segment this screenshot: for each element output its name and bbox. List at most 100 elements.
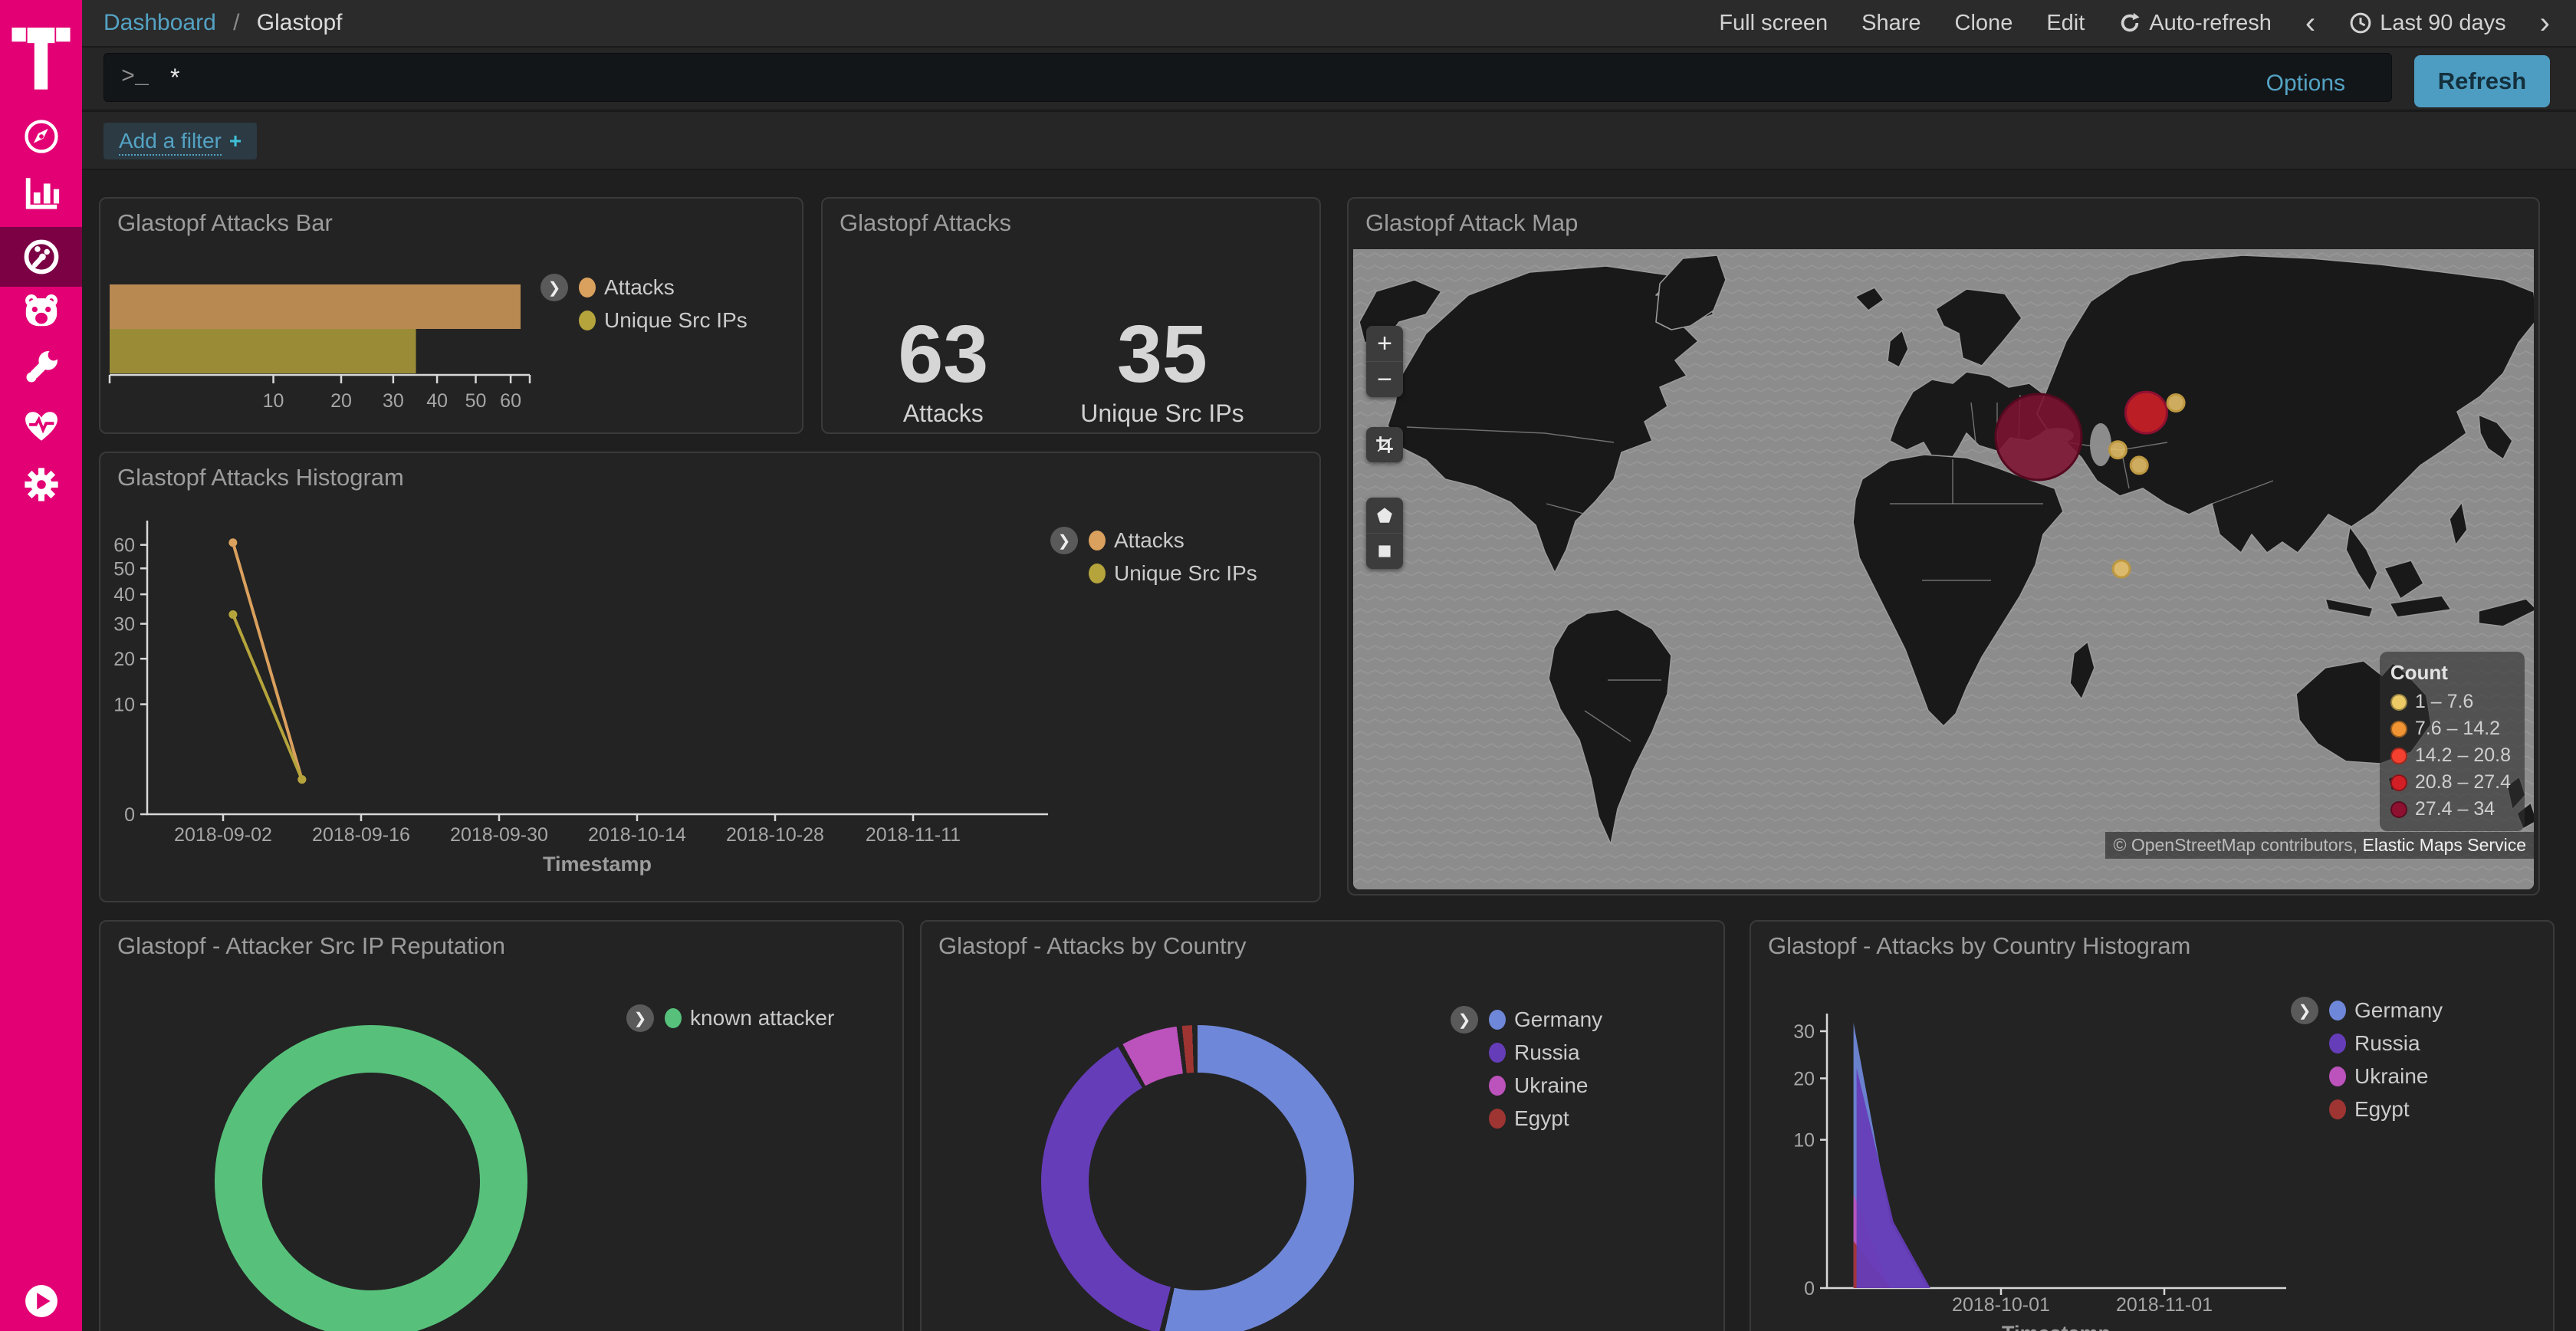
legend-item[interactable]: Unique Src IPs	[579, 308, 748, 333]
map-legend-dot	[2390, 721, 2407, 738]
full-screen-button[interactable]: Full screen	[1719, 11, 1828, 36]
legend-toggle-button[interactable]: ❯	[540, 274, 568, 301]
legend-color-dot	[665, 1008, 682, 1028]
panel-title: Glastopf - Attacker Src IP Reputation	[117, 932, 505, 960]
map-legend-label: 14.2 – 20.8	[2415, 744, 2511, 767]
sidebar-item-dev-tools[interactable]	[0, 337, 82, 397]
legend-color-dot	[2329, 1066, 2346, 1086]
query-value: *	[170, 64, 179, 92]
sidebar-item-dashboard[interactable]	[0, 227, 82, 287]
legend-item-label: Russia	[1514, 1040, 1580, 1065]
chart-legend: ❯ Attacks Unique Src IPs	[1050, 528, 1257, 586]
legend-toggle-button[interactable]: ❯	[2291, 997, 2318, 1024]
map-legend-row: 27.4 – 34	[2390, 798, 2511, 820]
breadcrumb-dashboard-link[interactable]: Dashboard	[104, 10, 216, 35]
sidebar-item-honeypot[interactable]	[0, 281, 82, 340]
world-map[interactable]: + −	[1353, 249, 2534, 889]
sidebar-item-management[interactable]	[0, 455, 82, 514]
map-legend-label: 20.8 – 27.4	[2415, 771, 2511, 794]
search-query-input[interactable]: >_ * Options Refresh	[104, 53, 2392, 102]
legend-toggle-button[interactable]: ❯	[1451, 1006, 1478, 1034]
draw-rectangle-button[interactable]	[1366, 533, 1403, 569]
add-filter-button[interactable]: Add a filter+	[104, 123, 257, 159]
fit-data-bounds-button[interactable]	[1366, 427, 1403, 462]
map-legend-row: 7.6 – 14.2	[2390, 718, 2511, 740]
legend-item[interactable]: Attacks	[1089, 528, 1257, 553]
legend-item[interactable]: Unique Src IPs	[1089, 561, 1257, 586]
reputation-donut-chart[interactable]	[215, 1025, 527, 1331]
svg-text:2018-10-28: 2018-10-28	[726, 824, 824, 846]
legend-item[interactable]: Egypt	[2329, 1097, 2443, 1122]
country-histogram-chart[interactable]: 01020302018-10-012018-11-01Timestamp	[1751, 922, 2553, 1331]
sidebar-item-discover[interactable]	[0, 107, 82, 166]
svg-text:Timestamp: Timestamp	[2002, 1322, 2111, 1331]
zoom-out-button[interactable]: −	[1366, 361, 1403, 397]
panel-attacks-histogram: Glastopf Attacks Histogram 0102030405060…	[99, 452, 1321, 902]
legend-item[interactable]: Attacks	[579, 275, 748, 300]
legend-item[interactable]: Russia	[1489, 1040, 1602, 1065]
legend-item[interactable]: Egypt	[1489, 1106, 1602, 1131]
map-count-legend: Count 1 – 7.67.6 – 14.214.2 – 20.820.8 –…	[2380, 652, 2525, 831]
draw-polygon-button[interactable]	[1366, 498, 1403, 533]
panel-attacks-metric: Glastopf Attacks 63 Attacks 35 Unique Sr…	[821, 197, 1321, 434]
legend-item-label: Attacks	[604, 275, 675, 300]
wrench-icon	[21, 347, 61, 387]
legend-toggle-button[interactable]: ❯	[1050, 527, 1078, 554]
legend-item[interactable]: Ukraine	[2329, 1064, 2443, 1089]
attack-location-circle	[2109, 442, 2126, 458]
panel-attacks-by-country: Glastopf - Attacks by Country ❯GermanyRu…	[920, 920, 1725, 1331]
breadcrumb-current: Glastopf	[257, 10, 343, 35]
attacks-histogram-chart[interactable]: 01020304050602018-09-022018-09-162018-09…	[100, 453, 1319, 901]
legend-toggle-button[interactable]: ❯	[626, 1004, 654, 1032]
legend-item[interactable]: Germany	[2329, 998, 2443, 1023]
svg-text:30: 30	[383, 390, 404, 412]
share-button[interactable]: Share	[1861, 11, 1921, 36]
refresh-button[interactable]: Refresh	[2414, 55, 2550, 107]
legend-item[interactable]: known attacker	[665, 1006, 834, 1030]
legend-item-label: Ukraine	[2354, 1064, 2428, 1089]
sidebar-item-visualize[interactable]	[0, 163, 82, 222]
svg-text:2018-09-02: 2018-09-02	[174, 824, 272, 846]
metric-unique-src-ips: 35 Unique Src IPs	[1080, 314, 1244, 428]
attack-location-circle	[2131, 457, 2147, 474]
sidebar	[0, 0, 82, 1331]
panel-title: Glastopf Attack Map	[1365, 209, 1578, 237]
legend-item[interactable]: Germany	[1489, 1007, 1602, 1032]
osm-attribution-link[interactable]: © OpenStreetMap contributors,	[2113, 835, 2358, 855]
refresh-cycle-icon	[2118, 12, 2141, 35]
svg-text:Timestamp: Timestamp	[543, 853, 652, 876]
legend-item-label: Germany	[2354, 998, 2443, 1023]
time-range-prev-button[interactable]: ‹	[2305, 6, 2315, 41]
legend-color-dot	[1489, 1109, 1506, 1129]
attack-location-circle	[2113, 560, 2130, 577]
svg-text:2018-10-01: 2018-10-01	[1952, 1294, 2050, 1316]
attack-location-circle	[2125, 392, 2167, 433]
clone-button[interactable]: Clone	[1955, 11, 2013, 36]
legend-color-dot	[1489, 1010, 1506, 1030]
svg-text:2018-09-30: 2018-09-30	[450, 824, 548, 846]
map-legend-row: 20.8 – 27.4	[2390, 771, 2511, 794]
legend-item-label: Unique Src IPs	[604, 308, 748, 333]
svg-text:40: 40	[113, 584, 135, 606]
chart-legend: ❯ Germany Russia Ukraine Egypt	[2291, 998, 2443, 1122]
metric-label: Attacks	[898, 399, 988, 428]
panel-src-ip-reputation: Glastopf - Attacker Src IP Reputation ❯ k…	[99, 920, 904, 1331]
edit-button[interactable]: Edit	[2046, 11, 2085, 36]
options-link[interactable]: Options	[2266, 71, 2345, 97]
panel-country-histogram: Glastopf - Attacks by Country Histogram …	[1750, 920, 2555, 1331]
nav-actions: Full screen Share Clone Edit Auto-refres…	[1719, 6, 2550, 41]
map-legend-row: 14.2 – 20.8	[2390, 744, 2511, 767]
map-legend-dot	[2390, 748, 2407, 764]
plus-icon: +	[229, 129, 242, 153]
time-range-picker[interactable]: Last 90 days	[2349, 11, 2505, 36]
zoom-in-button[interactable]: +	[1366, 326, 1403, 361]
legend-item[interactable]: Ukraine	[1489, 1073, 1602, 1098]
legend-item[interactable]: Russia	[2329, 1031, 2443, 1056]
heart-pulse-icon	[21, 406, 61, 446]
auto-refresh-button[interactable]: Auto-refresh	[2118, 11, 2272, 36]
sidebar-item-monitoring[interactable]	[0, 396, 82, 456]
breadcrumb: Dashboard / Glastopf	[104, 10, 343, 36]
sidebar-collapse-button[interactable]	[0, 1271, 82, 1331]
svg-text:60: 60	[500, 390, 521, 412]
time-range-next-button[interactable]: ›	[2540, 6, 2550, 41]
